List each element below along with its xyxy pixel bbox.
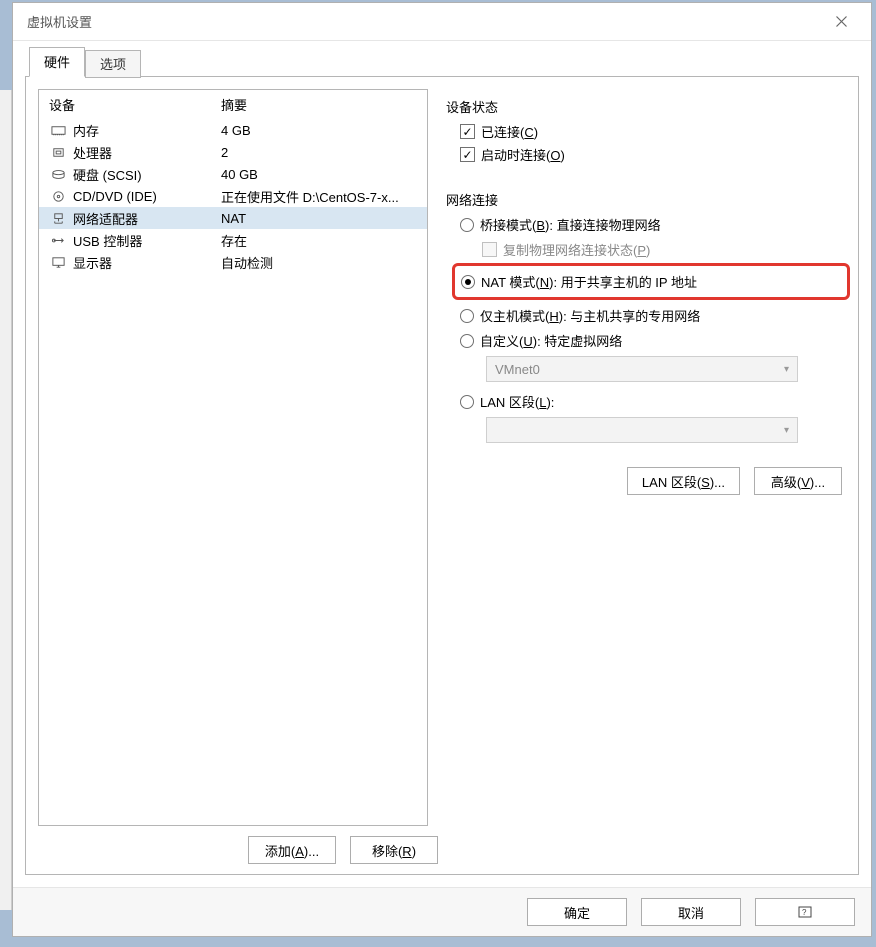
checkbox-label: 已连接(C) xyxy=(481,122,538,141)
device-label: USB 控制器 xyxy=(73,231,221,250)
disk-icon xyxy=(49,166,67,182)
chevron-down-icon: ▾ xyxy=(784,425,789,436)
device-summary: 40 GB xyxy=(221,167,417,182)
device-summary: 存在 xyxy=(221,231,417,250)
vm-settings-dialog: 虚拟机设置 硬件 选项 设备 摘要 内存 4 GB xyxy=(12,2,872,937)
radio-icon xyxy=(460,218,474,232)
help-button[interactable]: ? xyxy=(755,898,855,926)
device-row-cddvd[interactable]: CD/DVD (IDE) 正在使用文件 D:\CentOS-7-x... xyxy=(39,185,427,207)
cpu-icon xyxy=(49,144,67,160)
radio-icon xyxy=(460,334,474,348)
tab-hardware[interactable]: 硬件 xyxy=(29,47,85,77)
checkbox-icon xyxy=(482,242,497,257)
device-label: 内存 xyxy=(73,121,221,140)
radio-nat[interactable]: NAT 模式(N): 用于共享主机的 IP 地址 xyxy=(461,272,841,291)
cancel-button[interactable]: 取消 xyxy=(641,898,741,926)
device-label: 显示器 xyxy=(73,253,221,272)
close-button[interactable] xyxy=(819,7,863,37)
checkbox-connect-at-power-on[interactable]: 启动时连接(O) xyxy=(460,145,842,164)
device-row-memory[interactable]: 内存 4 GB xyxy=(39,119,427,141)
device-summary: 4 GB xyxy=(221,123,417,138)
lan-segments-button[interactable]: LAN 区段(S)... xyxy=(627,467,740,495)
device-row-cpu[interactable]: 处理器 2 xyxy=(39,141,427,163)
custom-network-combo: VMnet0 ▾ xyxy=(486,356,798,382)
device-row-network[interactable]: 网络适配器 NAT xyxy=(39,207,427,229)
radio-bridged[interactable]: 桥接模式(B): 直接连接物理网络 xyxy=(460,215,842,234)
tab-options[interactable]: 选项 xyxy=(85,50,141,78)
network-icon xyxy=(49,210,67,226)
dialog-footer: 确定 取消 ? xyxy=(13,887,871,936)
device-label: 处理器 xyxy=(73,143,221,162)
checkbox-icon xyxy=(460,147,475,162)
device-summary: 自动检测 xyxy=(221,253,417,272)
device-label: 硬盘 (SCSI) xyxy=(73,165,221,184)
checkbox-replicate-physical: 复制物理网络连接状态(P) xyxy=(482,240,842,259)
header-device: 设备 xyxy=(49,95,221,114)
close-icon xyxy=(836,16,847,27)
svg-text:?: ? xyxy=(802,908,807,917)
cd-icon xyxy=(49,188,67,204)
radio-label: 桥接模式(B): 直接连接物理网络 xyxy=(480,215,661,234)
tab-row: 硬件 选项 xyxy=(25,49,859,77)
advanced-button[interactable]: 高级(V)... xyxy=(754,467,842,495)
device-status-title: 设备状态 xyxy=(446,97,842,116)
usb-icon xyxy=(49,232,67,248)
device-row-disk[interactable]: 硬盘 (SCSI) 40 GB xyxy=(39,163,427,185)
highlight-nat: NAT 模式(N): 用于共享主机的 IP 地址 xyxy=(452,263,850,300)
radio-lan-segment[interactable]: LAN 区段(L): xyxy=(460,392,842,411)
device-summary: 正在使用文件 D:\CentOS-7-x... xyxy=(221,187,417,206)
header-summary: 摘要 xyxy=(221,95,417,114)
radio-icon xyxy=(461,275,475,289)
network-connection-title: 网络连接 xyxy=(446,190,842,209)
device-summary: 2 xyxy=(221,145,417,160)
dialog-title: 虚拟机设置 xyxy=(27,12,819,31)
add-button[interactable]: 添加(A)... xyxy=(248,836,336,864)
device-list-header: 设备 摘要 xyxy=(39,90,427,119)
radio-icon xyxy=(460,395,474,409)
device-list[interactable]: 设备 摘要 内存 4 GB 处理器 2 硬盘 xyxy=(38,89,428,826)
radio-label: 自定义(U): 特定虚拟网络 xyxy=(480,331,622,350)
checkbox-connected[interactable]: 已连接(C) xyxy=(460,122,842,141)
checkbox-icon xyxy=(460,124,475,139)
display-icon xyxy=(49,254,67,270)
remove-button[interactable]: 移除(R) xyxy=(350,836,438,864)
titlebar: 虚拟机设置 xyxy=(13,3,871,41)
checkbox-label: 启动时连接(O) xyxy=(481,145,565,164)
device-summary: NAT xyxy=(221,211,417,226)
right-panel: 设备状态 已连接(C) 启动时连接(O) 网络连接 xyxy=(442,89,846,826)
left-panel: 设备 摘要 内存 4 GB 处理器 2 硬盘 xyxy=(38,89,428,826)
device-row-usb[interactable]: USB 控制器 存在 xyxy=(39,229,427,251)
radio-label: LAN 区段(L): xyxy=(480,392,554,411)
checkbox-label: 复制物理网络连接状态(P) xyxy=(503,240,650,259)
device-label: CD/DVD (IDE) xyxy=(73,189,221,204)
chevron-down-icon: ▾ xyxy=(784,364,789,375)
radio-label: NAT 模式(N): 用于共享主机的 IP 地址 xyxy=(481,272,697,291)
help-icon: ? xyxy=(798,906,812,918)
radio-icon xyxy=(460,309,474,323)
radio-host-only[interactable]: 仅主机模式(H): 与主机共享的专用网络 xyxy=(460,306,842,325)
radio-custom[interactable]: 自定义(U): 特定虚拟网络 xyxy=(460,331,842,350)
device-row-display[interactable]: 显示器 自动检测 xyxy=(39,251,427,273)
combo-value: VMnet0 xyxy=(495,362,540,377)
radio-label: 仅主机模式(H): 与主机共享的专用网络 xyxy=(480,306,700,325)
lan-segment-combo: ▾ xyxy=(486,417,798,443)
ok-button[interactable]: 确定 xyxy=(527,898,627,926)
device-label: 网络适配器 xyxy=(73,209,221,228)
memory-icon xyxy=(49,122,67,138)
